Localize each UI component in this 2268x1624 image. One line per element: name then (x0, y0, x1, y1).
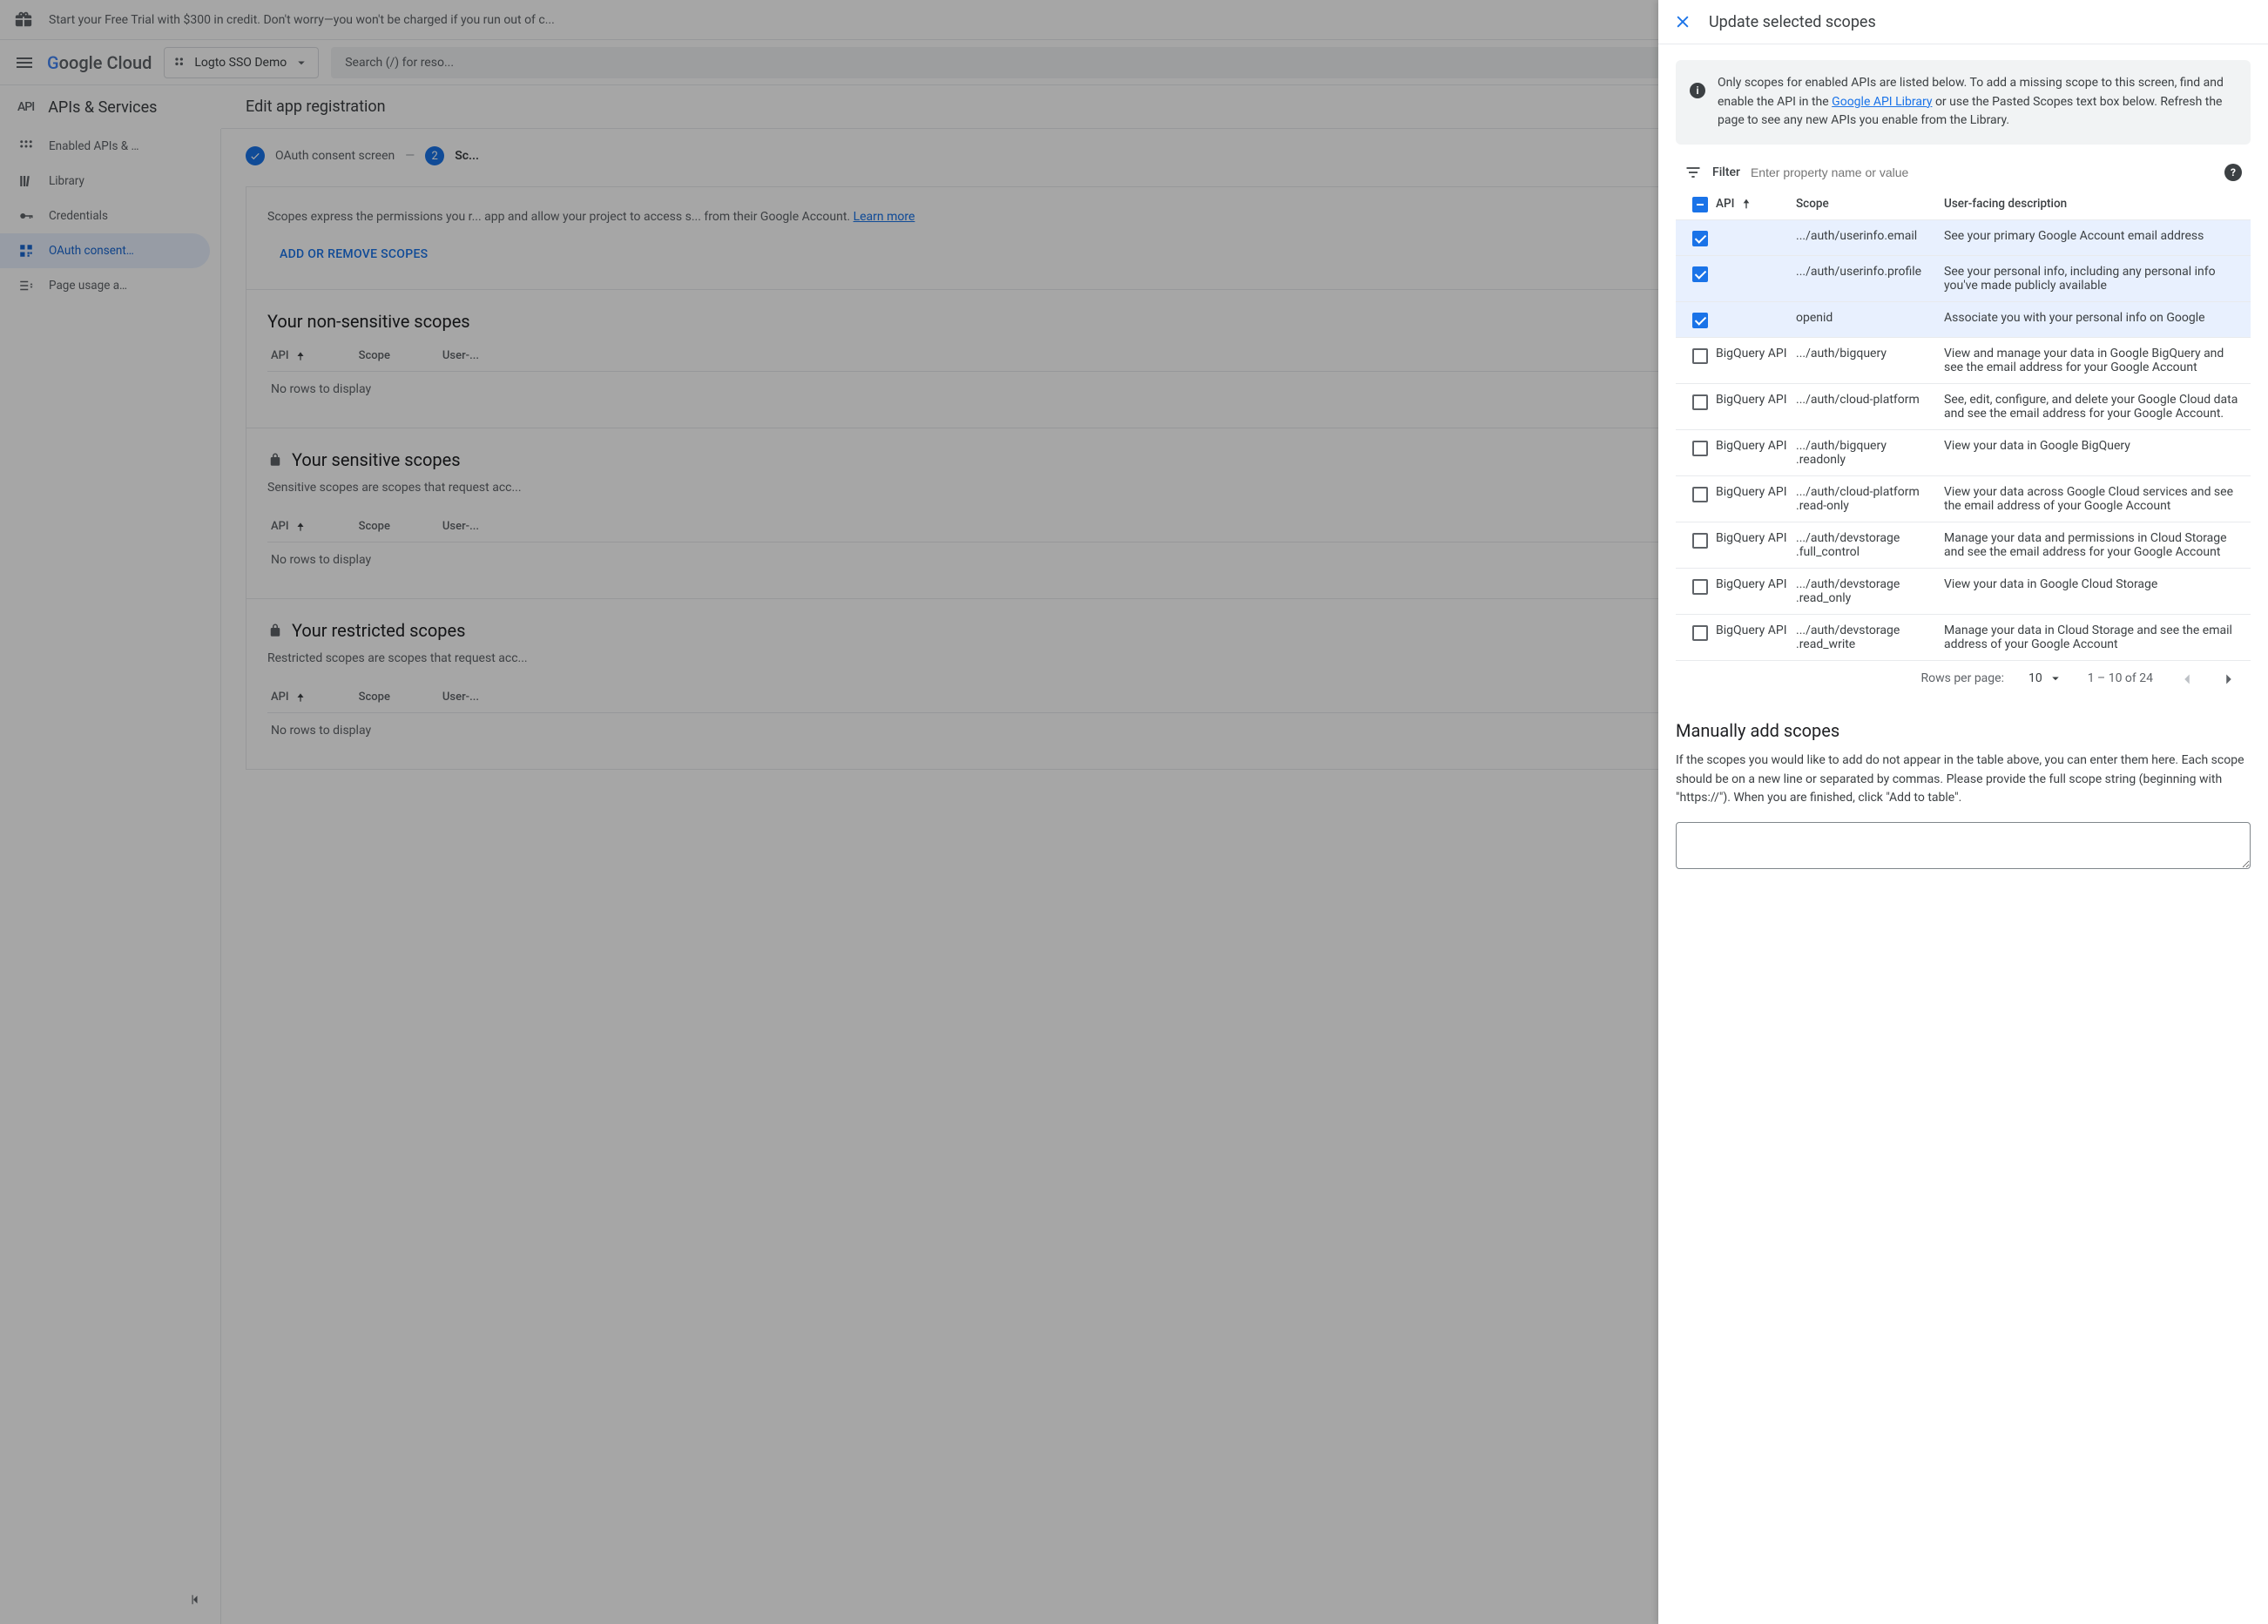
close-icon (1674, 13, 1691, 30)
close-drawer-button[interactable] (1674, 13, 1691, 30)
table-pager: Rows per page: 10 1 – 10 of 24 (1676, 661, 2251, 696)
rows-per-page-select[interactable]: 10 (2028, 670, 2063, 686)
filter-label: Filter (1712, 165, 1740, 179)
scope-description: View and manage your data in Google BigQ… (1944, 347, 2242, 374)
scope-name: .../auth/cloud-platform .read-only (1796, 485, 1944, 513)
google-api-library-link[interactable]: Google API Library (1832, 95, 1932, 109)
pager-prev-button[interactable] (2177, 670, 2195, 687)
scope-description: See your primary Google Account email ad… (1944, 229, 2242, 243)
scope-row: .../auth/userinfo.email See your primary… (1676, 220, 2251, 256)
scope-name: openid (1796, 311, 1944, 325)
scope-row: BigQuery API .../auth/cloud-platform .re… (1676, 476, 2251, 522)
scope-api: BigQuery API (1716, 393, 1796, 407)
scope-row: openid Associate you with your personal … (1676, 302, 2251, 338)
scope-row: BigQuery API .../auth/devstorage .full_c… (1676, 522, 2251, 569)
th-api[interactable]: API (1716, 197, 1734, 211)
pager-range: 1 – 10 of 24 (2088, 671, 2153, 685)
manual-add-title: Manually add scopes (1676, 720, 2251, 741)
scope-api: BigQuery API (1716, 531, 1796, 545)
scope-table: API Scope User-facing description .../au… (1676, 188, 2251, 661)
scope-name: .../auth/userinfo.profile (1796, 265, 1944, 279)
scope-checkbox[interactable] (1692, 625, 1708, 641)
scope-row: .../auth/userinfo.profile See your perso… (1676, 256, 2251, 302)
scope-name: .../auth/cloud-platform (1796, 393, 1944, 407)
scope-row: BigQuery API .../auth/devstorage .read_o… (1676, 569, 2251, 615)
scope-checkbox[interactable] (1692, 441, 1708, 456)
info-bar: i Only scopes for enabled APIs are liste… (1676, 60, 2251, 145)
scope-description: See, edit, configure, and delete your Go… (1944, 393, 2242, 421)
scope-checkbox[interactable] (1692, 487, 1708, 502)
scope-checkbox[interactable] (1692, 313, 1708, 328)
manual-add-desc: If the scopes you would like to add do n… (1676, 751, 2251, 808)
th-desc[interactable]: User-facing description (1944, 197, 2067, 211)
rows-per-page-label: Rows per page: (1920, 671, 2003, 685)
scope-description: View your data across Google Cloud servi… (1944, 485, 2242, 513)
scope-description: Manage your data and permissions in Clou… (1944, 531, 2242, 559)
scope-name: .../auth/devstorage .read_write (1796, 623, 1944, 651)
scope-api: BigQuery API (1716, 577, 1796, 591)
scope-checkbox[interactable] (1692, 394, 1708, 410)
chevron-down-icon (2048, 670, 2063, 686)
table-header: API Scope User-facing description (1676, 188, 2251, 220)
scope-name: .../auth/devstorage .read_only (1796, 577, 1944, 605)
scopes-drawer: Update selected scopes i Only scopes for… (1658, 0, 2268, 1624)
scope-name: .../auth/bigquery (1796, 347, 1944, 361)
scope-checkbox[interactable] (1692, 266, 1708, 282)
sort-up-icon[interactable] (1739, 197, 1753, 211)
scope-description: Manage your data in Cloud Storage and se… (1944, 623, 2242, 651)
th-scope[interactable]: Scope (1796, 197, 1829, 211)
scope-row: BigQuery API .../auth/devstorage .read_w… (1676, 615, 2251, 661)
scope-description: See your personal info, including any pe… (1944, 265, 2242, 293)
manual-scopes-textarea[interactable] (1676, 822, 2251, 869)
scope-checkbox[interactable] (1692, 579, 1708, 595)
scope-checkbox[interactable] (1692, 231, 1708, 246)
scope-api: BigQuery API (1716, 623, 1796, 637)
scope-name: .../auth/devstorage .full_control (1796, 531, 1944, 559)
scope-checkbox[interactable] (1692, 348, 1708, 364)
scope-row: BigQuery API .../auth/bigquery View and … (1676, 338, 2251, 384)
filter-row: Filter ? (1676, 157, 2251, 188)
filter-icon (1684, 164, 1702, 181)
info-icon: i (1690, 83, 1705, 98)
scope-row: BigQuery API .../auth/cloud-platform See… (1676, 384, 2251, 430)
scope-name: .../auth/userinfo.email (1796, 229, 1944, 243)
select-all-checkbox[interactable] (1692, 197, 1708, 212)
help-icon[interactable]: ? (2224, 164, 2242, 181)
scope-api: BigQuery API (1716, 485, 1796, 499)
scope-api: BigQuery API (1716, 439, 1796, 453)
drawer-title: Update selected scopes (1709, 13, 1876, 31)
scope-description: View your data in Google Cloud Storage (1944, 577, 2242, 591)
scope-name: .../auth/bigquery .readonly (1796, 439, 1944, 467)
scope-description: Associate you with your personal info on… (1944, 311, 2242, 325)
pager-next-button[interactable] (2219, 670, 2237, 687)
scope-api: BigQuery API (1716, 347, 1796, 361)
scope-checkbox[interactable] (1692, 533, 1708, 549)
filter-input[interactable] (1751, 165, 2214, 179)
scope-row: BigQuery API .../auth/bigquery .readonly… (1676, 430, 2251, 476)
scope-description: View your data in Google BigQuery (1944, 439, 2242, 453)
